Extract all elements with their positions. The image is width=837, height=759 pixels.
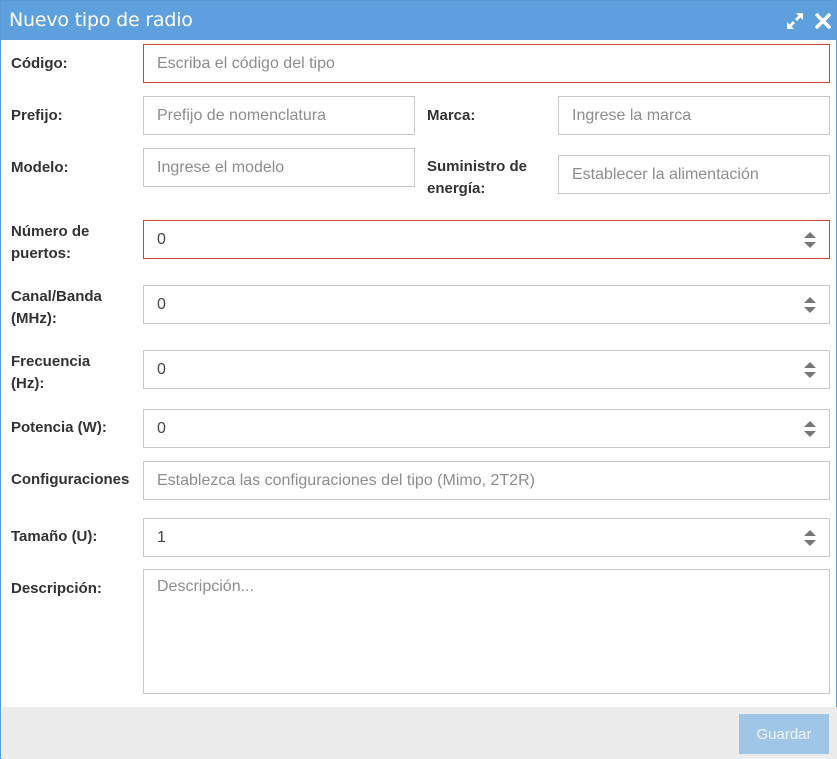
puertos-label-line2: puertos: [11,245,71,262]
tamano-spinner-icon[interactable] [803,528,817,548]
potencia-spinner-icon[interactable] [803,419,817,439]
modelo-label: Modelo: [11,159,69,176]
marca-label: Marca: [427,107,476,124]
puertos-label: Número de puertos: [11,221,89,265]
marca-field[interactable] [558,96,830,135]
dialog-title-bar[interactable]: Nuevo tipo de radio [1,1,836,40]
puertos-label-line1: Número de [11,223,90,240]
canal-spinner-icon[interactable] [803,295,817,315]
suministro-label-line1: Suministro de [427,158,528,175]
canal-input[interactable] [157,286,792,323]
descripcion-textarea[interactable] [157,578,816,685]
modelo-input[interactable] [157,149,377,186]
canal-field[interactable] [143,285,830,324]
canal-label-line2: (MHz): [11,310,57,327]
canal-label-line1: Canal/Banda [11,288,102,305]
expand-icon[interactable] [785,11,805,31]
potencia-label: Potencia (W): [11,419,107,436]
configuraciones-label: Configuraciones [11,471,130,488]
puertos-field[interactable] [143,220,830,259]
canal-label: Canal/Banda (MHz): [11,286,102,330]
suministro-label: Suministro de energía: [427,156,527,200]
dialog-title: Nuevo tipo de radio [9,9,193,31]
close-icon[interactable] [813,11,833,31]
suministro-field[interactable] [558,155,830,194]
prefijo-field[interactable] [143,96,415,135]
frecuencia-label-line1: Frecuencia [11,353,91,370]
codigo-input[interactable] [157,45,792,82]
frecuencia-input[interactable] [157,351,792,388]
tamano-field[interactable] [143,518,830,557]
descripcion-field[interactable] [143,569,830,694]
marca-input[interactable] [572,97,792,134]
save-button[interactable]: Guardar [739,714,829,754]
configuraciones-input[interactable] [157,462,792,499]
potencia-field[interactable] [143,409,830,448]
codigo-label: Código: [11,55,68,72]
puertos-input[interactable] [157,221,792,258]
suministro-input[interactable] [572,156,792,193]
frecuencia-label-line2: (Hz): [11,375,45,392]
tamano-label: Tamaño (U): [11,528,98,545]
puertos-spinner-icon[interactable] [803,230,817,250]
prefijo-label: Prefijo: [11,107,63,124]
dialog-footer: Guardar [2,707,837,759]
codigo-field[interactable] [143,44,830,83]
suministro-label-line2: energía: [427,180,486,197]
modelo-field[interactable] [143,148,415,187]
tamano-input[interactable] [157,519,792,556]
frecuencia-label: Frecuencia (Hz): [11,351,90,395]
potencia-input[interactable] [157,410,792,447]
new-radio-type-dialog: Nuevo tipo de radio Código: Prefijo: Mar… [0,0,837,759]
prefijo-input[interactable] [157,97,377,134]
configuraciones-field[interactable] [143,461,830,500]
frecuencia-spinner-icon[interactable] [803,360,817,380]
frecuencia-field[interactable] [143,350,830,389]
descripcion-label: Descripción: [11,580,102,597]
